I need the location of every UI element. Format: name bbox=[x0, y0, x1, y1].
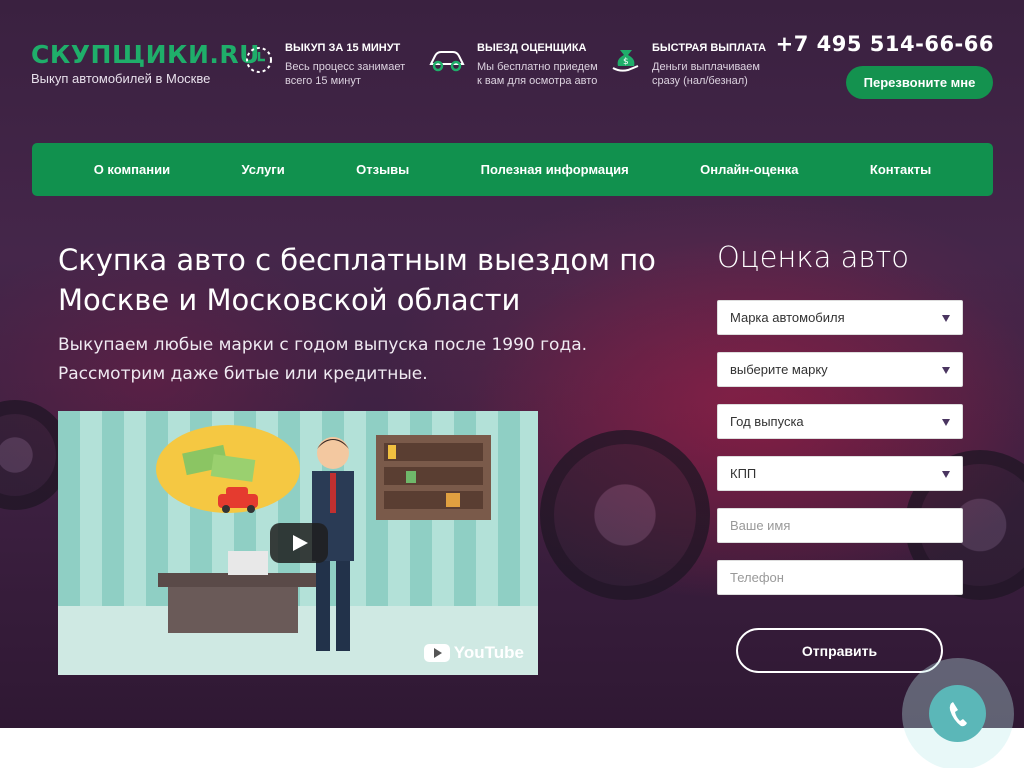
form-title: Оценка авто bbox=[717, 240, 909, 274]
video-player[interactable]: YouTube bbox=[58, 411, 538, 675]
hero-subtitle: Выкупаем любые марки с годом выпуска пос… bbox=[58, 331, 618, 389]
dropdown-arrow-icon bbox=[942, 419, 950, 426]
feature-text: сразу (нал/безнал) bbox=[652, 75, 748, 87]
dropdown-arrow-icon bbox=[942, 471, 950, 478]
dropdown-arrow-icon bbox=[942, 315, 950, 322]
car-icon bbox=[429, 51, 465, 72]
nav-item-services[interactable]: Услуги bbox=[241, 162, 284, 177]
phone-input[interactable]: Телефон bbox=[717, 560, 963, 595]
feature-text: Мы бесплатно приедем bbox=[477, 61, 598, 73]
feature-appraiser-visit: ВЫЕЗД ОЦЕНЩИКА Мы бесплатно приедем к ва… bbox=[427, 42, 598, 88]
feature-text: всего 15 минут bbox=[285, 75, 361, 87]
name-input[interactable]: Ваше имя bbox=[717, 508, 963, 543]
logo-title: СКУПЩИКИ.RU bbox=[31, 40, 260, 69]
car-brand-select[interactable]: Марка автомобиля bbox=[717, 300, 963, 335]
clock-icon bbox=[246, 47, 272, 73]
header-phone[interactable]: +7 495 514-66-66 bbox=[776, 32, 994, 56]
feature-title: БЫСТРАЯ ВЫПЛАТА bbox=[652, 42, 767, 54]
feature-text: Деньги выплачиваем bbox=[652, 61, 760, 73]
youtube-icon bbox=[423, 644, 450, 662]
callback-button[interactable]: Перезвоните мне bbox=[846, 66, 993, 99]
bookshelf-illustration bbox=[376, 435, 491, 520]
main-nav: О компании Услуги Отзывы Полезная информ… bbox=[32, 143, 993, 196]
select-value: Год выпуска bbox=[730, 414, 804, 429]
feature-fast-buyout: ВЫКУП ЗА 15 МИНУТ Весь процесс занимает … bbox=[243, 42, 405, 88]
youtube-logo[interactable]: YouTube bbox=[423, 643, 524, 663]
feature-text: к вам для осмотра авто bbox=[477, 75, 598, 87]
money-thought-cloud-illustration bbox=[156, 425, 300, 513]
hero-subtitle-line: Выкупаем любые марки с годом выпуска пос… bbox=[58, 335, 588, 355]
svg-text:$: $ bbox=[623, 57, 629, 67]
car-wheel bbox=[540, 430, 710, 600]
feature-title: ВЫКУП ЗА 15 МИНУТ bbox=[285, 42, 401, 54]
youtube-label: YouTube bbox=[453, 643, 524, 662]
select-value: выберите марку bbox=[730, 362, 828, 377]
select-value: КПП bbox=[730, 466, 757, 481]
hero-title: Скупка авто с бесплатным выездом по Моск… bbox=[58, 243, 656, 317]
nav-item-about[interactable]: О компании bbox=[94, 162, 170, 177]
hero-section: СКУПЩИКИ.RU Выкуп автомобилей в Москве В… bbox=[0, 0, 1024, 728]
nav-item-contacts[interactable]: Контакты bbox=[870, 162, 931, 177]
dropdown-arrow-icon bbox=[942, 367, 950, 374]
nav-item-reviews[interactable]: Отзывы bbox=[356, 162, 409, 177]
call-widget-button[interactable] bbox=[929, 685, 986, 742]
select-value: Марка автомобиля bbox=[730, 310, 845, 325]
feature-title: ВЫЕЗД ОЦЕНЩИКА bbox=[477, 42, 587, 54]
video-play-button[interactable] bbox=[270, 523, 328, 563]
submit-button[interactable]: Отправить bbox=[736, 628, 943, 673]
phone-icon bbox=[949, 701, 967, 726]
logo[interactable]: СКУПЩИКИ.RU Выкуп автомобилей в Москве bbox=[31, 40, 260, 86]
car-model-select[interactable]: выберите марку bbox=[717, 352, 963, 387]
logo-subtitle: Выкуп автомобилей в Москве bbox=[31, 71, 211, 86]
money-bag-icon: $ bbox=[612, 50, 639, 72]
feature-fast-payment: $ БЫСТРАЯ ВЫПЛАТА Деньги выплачиваем сра… bbox=[610, 42, 766, 88]
year-select[interactable]: Год выпуска bbox=[717, 404, 963, 439]
transmission-select[interactable]: КПП bbox=[717, 456, 963, 491]
feature-text: Весь процесс занимает bbox=[285, 61, 406, 73]
nav-item-online-estimate[interactable]: Онлайн-оценка bbox=[700, 162, 798, 177]
nav-item-useful-info[interactable]: Полезная информация bbox=[481, 162, 629, 177]
hero-subtitle-line: Рассмотрим даже битые или кредитные. bbox=[58, 364, 428, 384]
